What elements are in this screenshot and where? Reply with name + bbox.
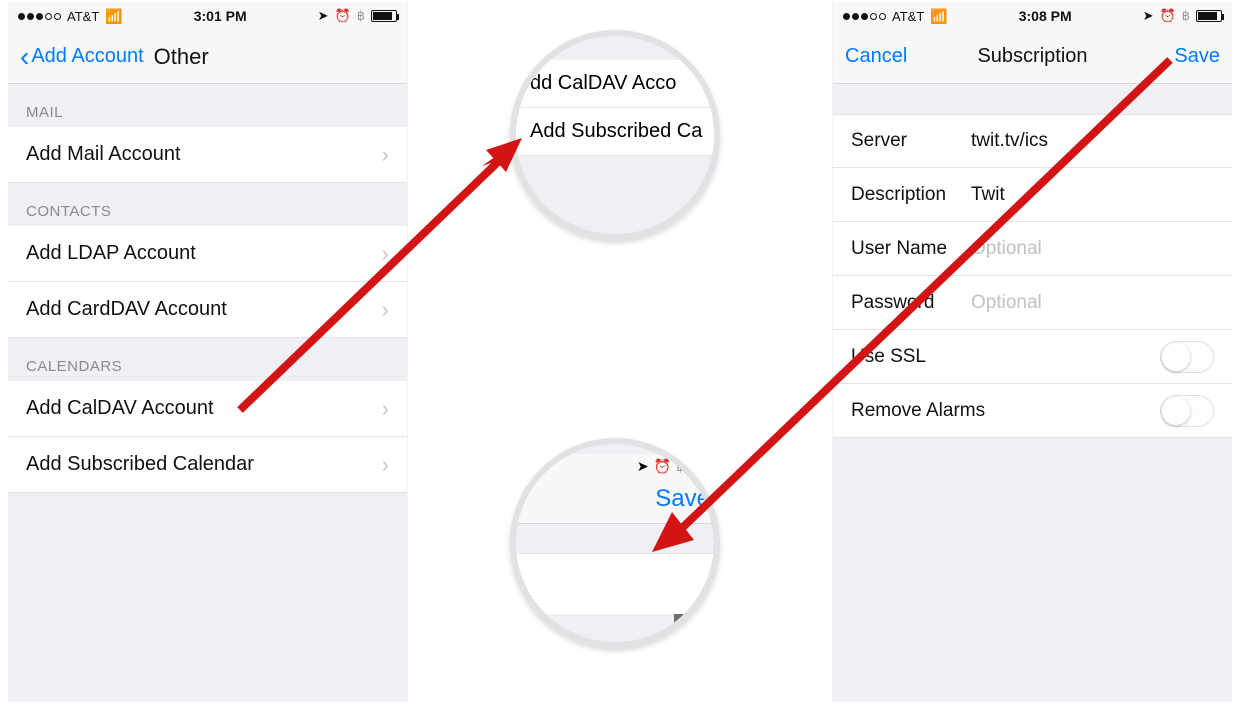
- username-field[interactable]: Optional: [971, 238, 1214, 260]
- zoom-row-caldav: dd CalDAV Acco: [516, 60, 714, 108]
- battery-icon: [1196, 10, 1222, 22]
- carrier-label: AT&T: [892, 9, 924, 24]
- signal-dots-icon: [843, 13, 886, 20]
- location-icon: ➤: [1143, 8, 1154, 24]
- cell-label: Add CardDAV Account: [26, 298, 227, 321]
- field-label: User Name: [851, 238, 971, 260]
- status-bar: AT&T 📶 3:08 PM ➤ ⏰ ฿: [833, 2, 1232, 30]
- cell-add-subscribed-calendar[interactable]: Add Subscribed Calendar ›: [8, 437, 407, 493]
- zoom-row-subscribed: Add Subscribed Ca: [516, 108, 714, 156]
- use-ssl-toggle[interactable]: [1160, 341, 1214, 373]
- cell-label: Add Subscribed Calendar: [26, 453, 254, 476]
- alarm-icon: ⏰: [1160, 8, 1176, 24]
- row-description[interactable]: Description Twit: [833, 168, 1232, 222]
- battery-icon: [371, 10, 397, 22]
- nav-bar: Cancel Subscription Save: [833, 30, 1232, 84]
- cancel-button[interactable]: Cancel: [845, 45, 907, 68]
- remove-alarms-toggle[interactable]: [1160, 395, 1214, 427]
- cell-add-caldav-account[interactable]: Add CalDAV Account ›: [8, 381, 407, 437]
- screenshot-subscription-form: AT&T 📶 3:08 PM ➤ ⏰ ฿ Cancel Subscription…: [832, 2, 1232, 702]
- save-button[interactable]: Save: [1174, 45, 1220, 68]
- field-label: Server: [851, 130, 971, 152]
- nav-bar: ‹ Add Account Other: [8, 30, 407, 84]
- cell-label: Add LDAP Account: [26, 242, 196, 265]
- cell-add-carddav-account[interactable]: Add CardDAV Account ›: [8, 282, 407, 338]
- wifi-icon: 📶: [930, 8, 947, 25]
- section-header-contacts: CONTACTS: [8, 183, 407, 226]
- field-label: Remove Alarms: [851, 400, 985, 422]
- chevron-right-icon: ›: [382, 297, 389, 323]
- description-field[interactable]: Twit: [971, 184, 1214, 206]
- section-header-calendars: CALENDARS: [8, 338, 407, 381]
- field-label: Use SSL: [851, 346, 926, 368]
- wifi-icon: 📶: [105, 8, 122, 25]
- row-server[interactable]: Server twit.tv/ics: [833, 114, 1232, 168]
- screenshot-add-account-other: AT&T 📶 3:01 PM ➤ ⏰ ฿ ‹ Add Account Other…: [8, 2, 408, 702]
- password-field[interactable]: Optional: [971, 292, 1214, 314]
- zoom-callout-subscribed-calendar: dd CalDAV Acco Add Subscribed Ca: [510, 30, 720, 240]
- bluetooth-icon: ฿: [676, 458, 685, 475]
- zoom-callout-save: ➤ ⏰ ฿ Save: [510, 438, 720, 648]
- chevron-right-icon: ›: [382, 396, 389, 422]
- row-password[interactable]: Password Optional: [833, 276, 1232, 330]
- cell-add-mail-account[interactable]: Add Mail Account ›: [8, 127, 407, 183]
- zoom-save-label: Save: [510, 477, 720, 524]
- field-label: Description: [851, 184, 971, 206]
- chevron-right-icon: ›: [382, 142, 389, 168]
- section-header-mail: MAIL: [8, 84, 407, 127]
- battery-icon: [690, 461, 716, 473]
- chevron-right-icon: ›: [382, 241, 389, 267]
- chevron-right-icon: ›: [382, 452, 389, 478]
- cell-label: Add Mail Account: [26, 143, 181, 166]
- field-label: Password: [851, 292, 971, 314]
- page-title: Other: [154, 44, 209, 70]
- bluetooth-icon: ฿: [1182, 8, 1190, 24]
- chevron-left-icon: ‹: [20, 47, 29, 67]
- bluetooth-icon: ฿: [357, 8, 365, 24]
- back-label: Add Account: [31, 45, 143, 68]
- alarm-icon: ⏰: [654, 458, 671, 475]
- carrier-label: AT&T: [67, 9, 99, 24]
- status-time: 3:01 PM: [194, 8, 247, 24]
- status-bar: AT&T 📶 3:01 PM ➤ ⏰ ฿: [8, 2, 407, 30]
- signal-dots-icon: [18, 13, 61, 20]
- alarm-icon: ⏰: [335, 8, 351, 24]
- row-use-ssl: Use SSL: [833, 330, 1232, 384]
- status-time: 3:08 PM: [1019, 8, 1072, 24]
- cell-label: Add CalDAV Account: [26, 397, 214, 420]
- row-remove-alarms: Remove Alarms: [833, 384, 1232, 438]
- zoom-status-mini: ➤ ⏰ ฿: [510, 454, 720, 477]
- back-button[interactable]: ‹ Add Account: [20, 45, 144, 68]
- cell-add-ldap-account[interactable]: Add LDAP Account ›: [8, 226, 407, 282]
- location-icon: ➤: [318, 8, 329, 24]
- location-icon: ➤: [637, 458, 649, 475]
- row-username[interactable]: User Name Optional: [833, 222, 1232, 276]
- server-field[interactable]: twit.tv/ics: [971, 130, 1214, 152]
